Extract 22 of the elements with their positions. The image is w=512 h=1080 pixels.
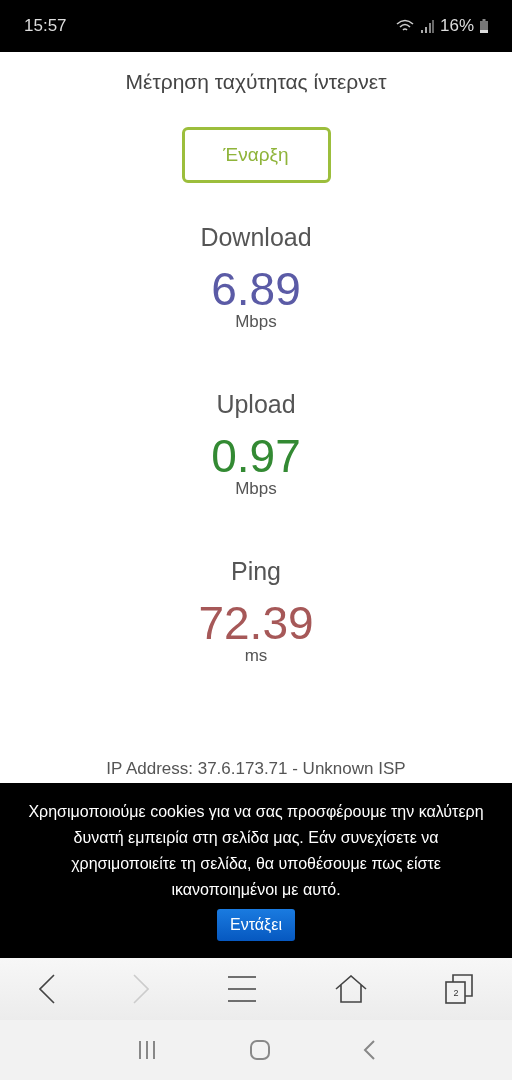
home-icon[interactable] <box>335 975 367 1003</box>
battery-icon <box>480 19 488 33</box>
wifi-icon <box>395 19 414 33</box>
signal-icon <box>419 19 434 33</box>
cookie-text: Χρησιμοποιούμε cookies για να σας προσφέρουμε την καλύτερη δυνατή εμπειρία στη σελίδα μας. Εάν συνεχίσετε να χρησιμοποιείτε τη σελίδα, θα υποθέσουμε πως είστε ικανοποιημένοι με αυτό. <box>27 802 485 900</box>
metric-label: Ping <box>230 557 281 586</box>
clock: 15:57 <box>24 16 68 36</box>
recent-apps-icon[interactable] <box>137 1040 157 1060</box>
metric-unit: Mbps <box>235 479 277 499</box>
back-icon[interactable] <box>39 974 55 1004</box>
metric-unit: Mbps <box>235 312 277 332</box>
metric-value: 72.39 <box>198 600 314 646</box>
metric-label: Upload <box>216 390 296 419</box>
page-title: Μέτρηση ταχύτητας ίντερνετ <box>125 70 387 94</box>
metric-value: 6.89 <box>211 266 301 312</box>
metric-unit: ms <box>244 646 268 666</box>
battery-percent: 16% <box>439 16 474 36</box>
accept-button[interactable]: Εντάξει <box>217 909 295 941</box>
ip-address: IP Address: 37.6.173.71 - Unknown ISP <box>106 759 406 779</box>
metric-value: 0.97 <box>211 433 301 479</box>
metric-label: Download <box>200 223 312 252</box>
menu-icon[interactable] <box>227 975 257 1003</box>
